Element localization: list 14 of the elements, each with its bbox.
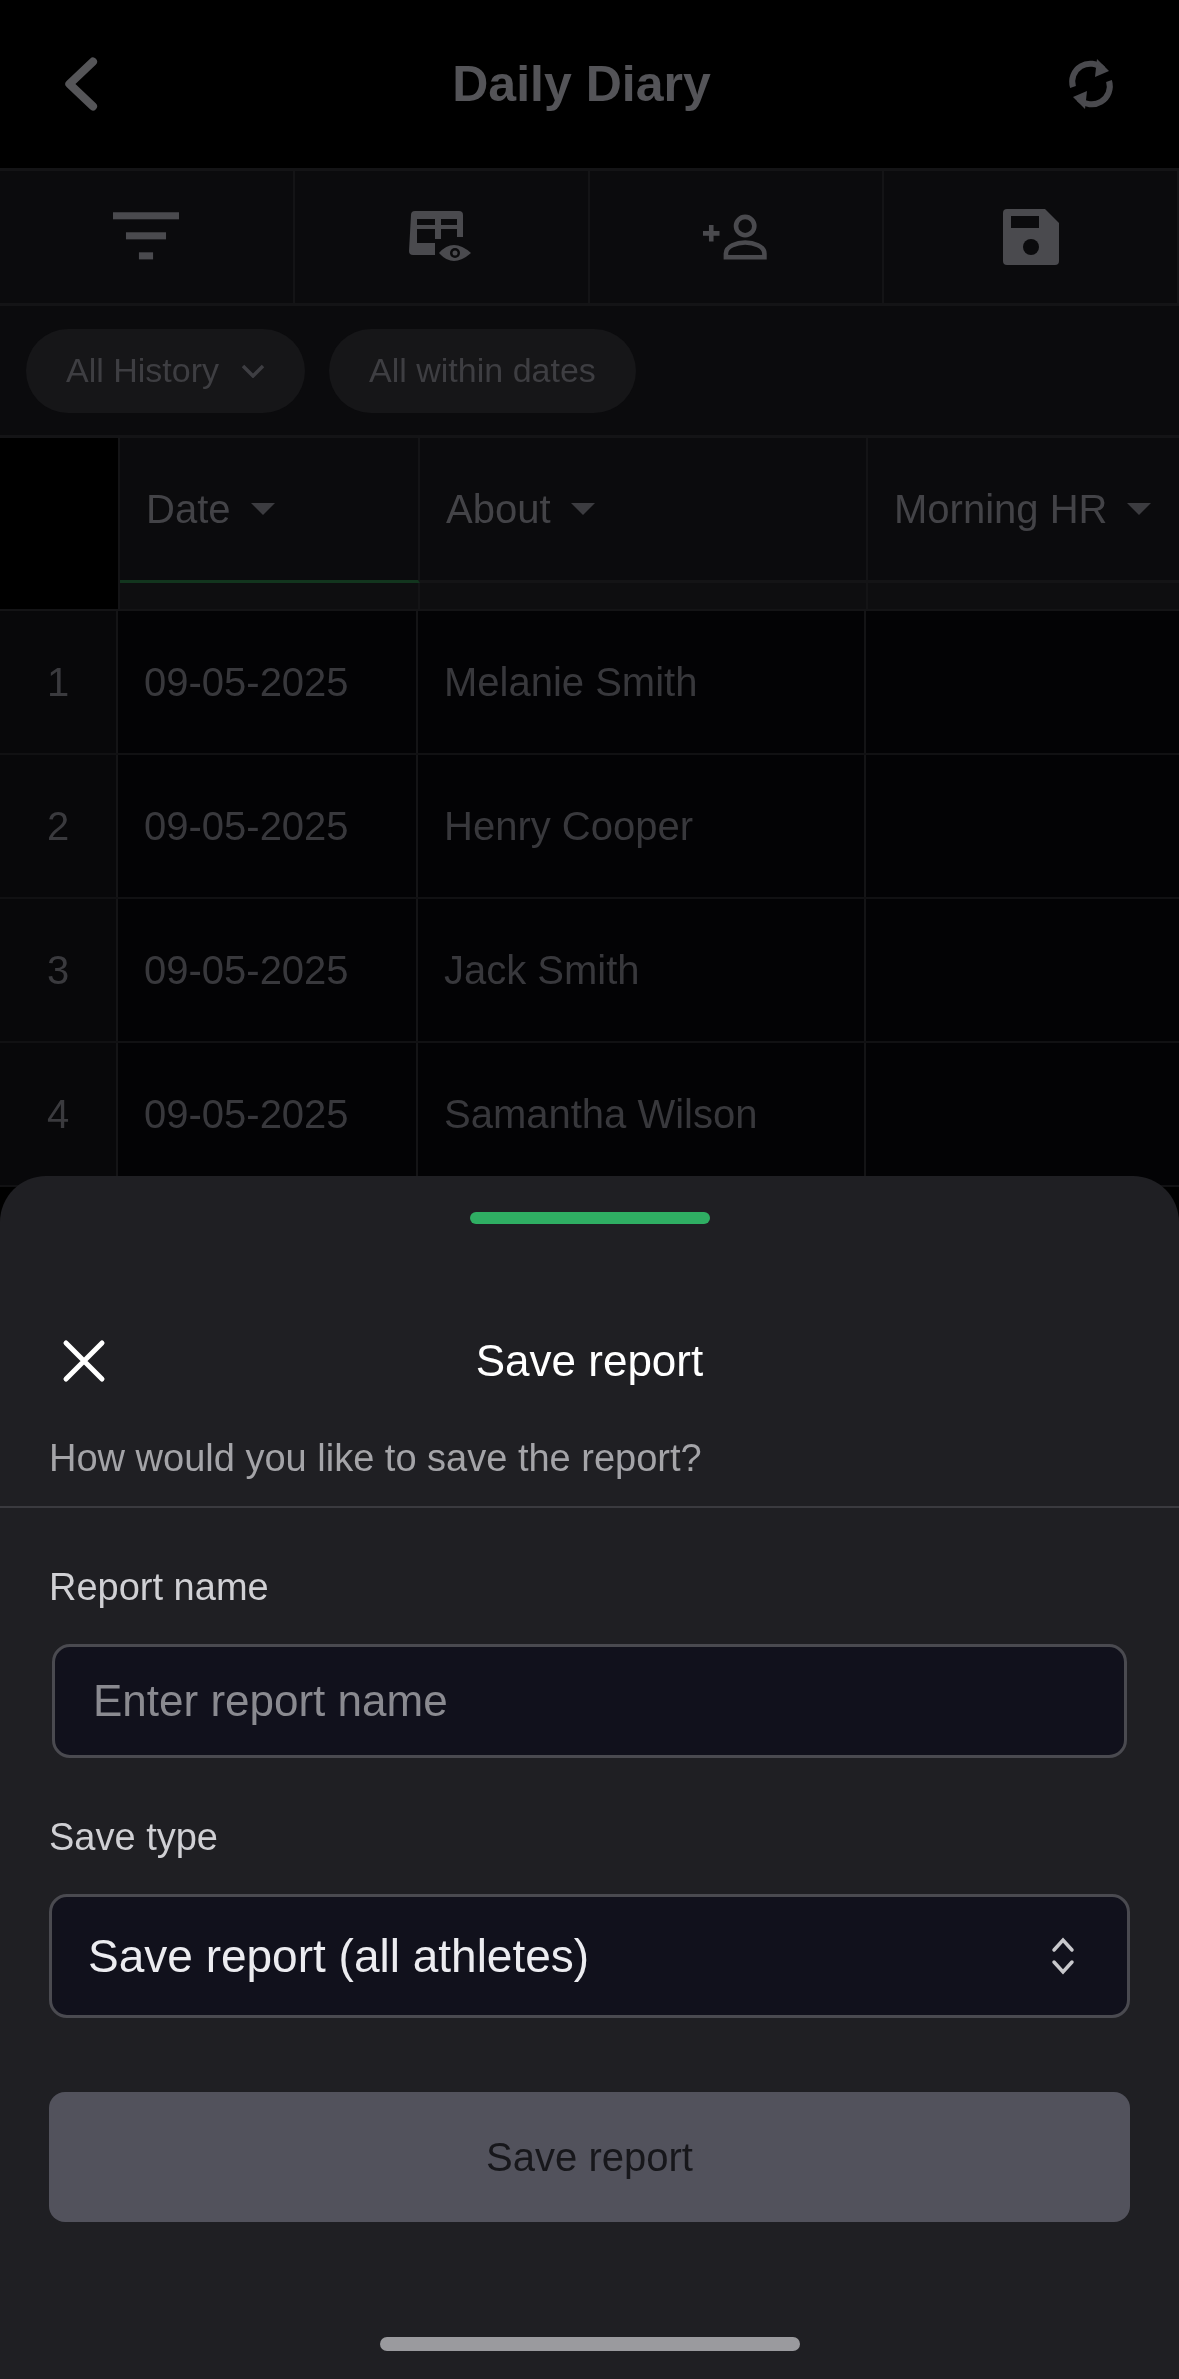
sort-caret-icon (1127, 503, 1152, 515)
back-icon[interactable] (62, 57, 98, 111)
page-title: Daily Diary (452, 55, 711, 113)
sheet-handle[interactable] (469, 1212, 710, 1224)
sheet-subtitle: How would you like to save the report? (48, 1436, 703, 1481)
field-label: Save type (49, 1815, 219, 1860)
select-field[interactable]: Save report (all athletes) (49, 1894, 1130, 2018)
field-label: Report name (49, 1565, 270, 1610)
sort-caret-icon (570, 503, 595, 515)
input-field[interactable]: Enter report name (52, 1644, 1127, 1758)
sheet-title: Save report (475, 1336, 704, 1386)
close-icon[interactable] (62, 1339, 106, 1383)
sort-caret-icon (250, 503, 275, 515)
up-down-chevron-icon (1051, 1936, 1075, 1976)
